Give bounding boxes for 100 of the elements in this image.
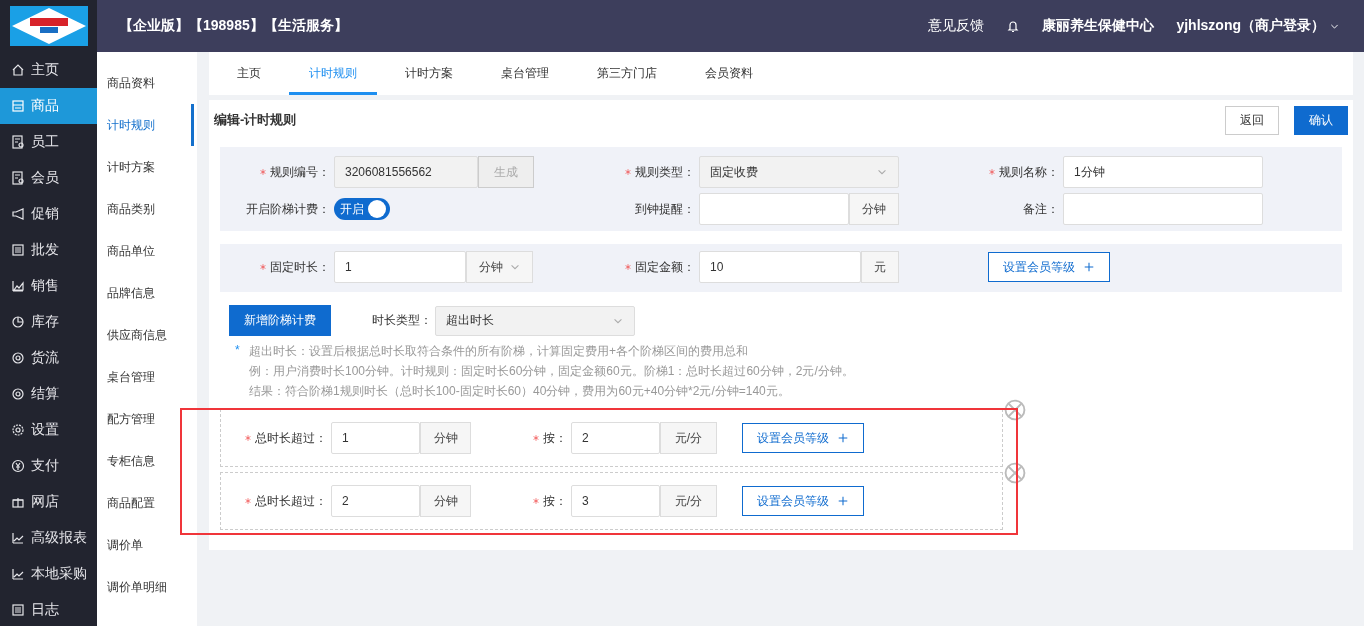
plus-icon bbox=[837, 495, 849, 507]
target-icon bbox=[11, 387, 25, 401]
add-tier-button[interactable]: 新增阶梯计费 bbox=[229, 305, 331, 336]
duration-type-select[interactable]: 超出时长 bbox=[435, 305, 635, 336]
duration-field[interactable]: 1 bbox=[331, 422, 420, 454]
list-icon bbox=[11, 603, 25, 617]
back-button[interactable]: 返回 bbox=[1225, 105, 1279, 135]
line-chart-icon bbox=[11, 531, 25, 545]
nav-item[interactable]: 日志 bbox=[0, 592, 97, 626]
member-level-button[interactable]: 设置会员等级 bbox=[742, 486, 864, 516]
plus-icon bbox=[837, 432, 849, 444]
unit-label: 分钟 bbox=[420, 485, 471, 517]
close-circle-icon[interactable] bbox=[1004, 399, 1026, 421]
field-label: 规则名称： bbox=[999, 163, 1059, 181]
subnav-item[interactable]: 调价单明细 bbox=[97, 566, 194, 608]
nav-item[interactable]: 设置 bbox=[0, 412, 97, 448]
area-chart-icon bbox=[11, 279, 25, 293]
id-card-icon bbox=[11, 171, 25, 185]
gift-icon bbox=[11, 495, 25, 509]
note-text: 超出时长：设置后根据总时长取符合条件的所有阶梯，计算固定费用+各个阶梯区间的费用总和 bbox=[249, 343, 749, 360]
rate-field[interactable]: 2 bbox=[571, 422, 660, 454]
unit-label: 分钟 bbox=[420, 422, 471, 454]
subnav-item[interactable]: 商品配置 bbox=[97, 482, 194, 524]
subnav-item[interactable]: 商品资料 bbox=[97, 62, 194, 104]
note-marker: * bbox=[235, 343, 241, 359]
subnav-item[interactable]: 专柜信息 bbox=[97, 440, 194, 482]
store-icon bbox=[11, 99, 25, 113]
rule-type-select[interactable]: 固定收费 bbox=[699, 156, 899, 188]
close-circle-icon[interactable] bbox=[1004, 462, 1026, 484]
pie-chart-icon bbox=[11, 315, 25, 329]
feedback-link[interactable]: 意见反馈 bbox=[928, 17, 985, 35]
nav-item[interactable]: 结算 bbox=[0, 376, 97, 412]
confirm-button[interactable]: 确认 bbox=[1294, 105, 1348, 135]
yen-coin-icon bbox=[11, 459, 25, 473]
unit-label: 元/分 bbox=[660, 422, 717, 454]
user-menu[interactable]: yjhlszong（商户登录） bbox=[1176, 17, 1325, 35]
nav-item[interactable]: 本地采购 bbox=[0, 556, 97, 592]
field-label: 总时长超过： bbox=[255, 492, 327, 510]
nav-item[interactable]: 销售 bbox=[0, 268, 97, 304]
field-label: 规则编号： bbox=[270, 163, 330, 181]
toggle-switch[interactable]: 开启 bbox=[334, 198, 390, 220]
field-label: 固定金额： bbox=[635, 258, 695, 276]
megaphone-icon bbox=[11, 207, 25, 221]
note-text: 例：用户消费时长100分钟。计时规则：固定时长60分钟，固定金额60元。阶梯1：总时长超过60分钟，2元/分钟。 bbox=[249, 363, 855, 380]
page-title: 编辑-计时规则 bbox=[214, 111, 298, 129]
tab[interactable]: 第三方门店 bbox=[577, 52, 677, 95]
unit-select[interactable]: 分钟 bbox=[466, 251, 533, 283]
subnav-item[interactable]: 配方管理 bbox=[97, 398, 194, 440]
duration-field[interactable]: 2 bbox=[331, 485, 420, 517]
tab[interactable]: 主页 bbox=[217, 52, 281, 95]
field-label: 总时长超过： bbox=[255, 429, 327, 447]
plus-icon bbox=[1083, 261, 1095, 273]
rate-field[interactable]: 3 bbox=[571, 485, 660, 517]
subnav-item[interactable]: 商品类别 bbox=[97, 188, 194, 230]
nav-item[interactable]: 员工 bbox=[0, 124, 97, 160]
field-label: 到钟提醒： bbox=[635, 200, 695, 218]
nav-item[interactable]: 网店 bbox=[0, 484, 97, 520]
subnav-item[interactable]: 供应商信息 bbox=[97, 314, 194, 356]
field-label: 备注： bbox=[1023, 200, 1059, 218]
target-icon bbox=[11, 351, 25, 365]
nav-item[interactable]: 高级报表 bbox=[0, 520, 97, 556]
rule-name-field[interactable]: 1分钟 bbox=[1063, 156, 1263, 188]
nav-item[interactable]: 批发 bbox=[0, 232, 97, 268]
rule-number-field[interactable]: 3206081556562 bbox=[334, 156, 478, 188]
tab[interactable]: 计时方案 bbox=[385, 52, 473, 95]
bell-icon[interactable] bbox=[1006, 19, 1021, 33]
tab[interactable]: 桌台管理 bbox=[481, 52, 569, 95]
subnav-item[interactable]: 计时规则 bbox=[97, 104, 194, 146]
settings-icon bbox=[11, 423, 25, 437]
nav-item[interactable]: 库存 bbox=[0, 304, 97, 340]
reminder-field[interactable] bbox=[699, 193, 849, 225]
field-label: 按： bbox=[543, 429, 567, 447]
tab[interactable]: 会员资料 bbox=[685, 52, 773, 95]
nav-item[interactable]: 会员 bbox=[0, 160, 97, 196]
subnav-item[interactable]: 桌台管理 bbox=[97, 356, 194, 398]
subnav-item[interactable]: 计时方案 bbox=[97, 146, 194, 188]
member-level-button[interactable]: 设置会员等级 bbox=[742, 423, 864, 453]
store-name: 康丽养生保健中心 bbox=[1042, 17, 1155, 35]
nav-item[interactable]: 货流 bbox=[0, 340, 97, 376]
id-card-icon bbox=[11, 135, 25, 149]
nav-item[interactable]: 支付 bbox=[0, 448, 97, 484]
list-icon bbox=[11, 243, 25, 257]
note-text: 结果：符合阶梯1规则时长（总时长100-固定时长60）40分钟，费用为60元+40分钟*2元/分钟=140元。 bbox=[249, 383, 791, 400]
subnav-item[interactable]: 调价单 bbox=[97, 524, 194, 566]
subnav-item[interactable]: 品牌信息 bbox=[97, 272, 194, 314]
nav-item[interactable]: 主页 bbox=[0, 52, 97, 88]
nav-item[interactable]: 促销 bbox=[0, 196, 97, 232]
field-label: 按： bbox=[543, 492, 567, 510]
field-label: 时长类型： bbox=[372, 312, 432, 329]
fixed-duration-field[interactable]: 1 bbox=[334, 251, 466, 283]
tab[interactable]: 计时规则 bbox=[289, 52, 377, 95]
logo-icon bbox=[9, 6, 88, 46]
fixed-amount-field[interactable]: 10 bbox=[699, 251, 861, 283]
member-level-button[interactable]: 设置会员等级 bbox=[988, 252, 1110, 282]
unit-label: 分钟 bbox=[849, 193, 899, 225]
unit-label: 元 bbox=[861, 251, 899, 283]
subnav-item[interactable]: 商品单位 bbox=[97, 230, 194, 272]
field-label: 规则类型： bbox=[635, 163, 695, 181]
field-label: 开启阶梯计费： bbox=[246, 200, 330, 218]
line-chart-icon bbox=[11, 567, 25, 581]
